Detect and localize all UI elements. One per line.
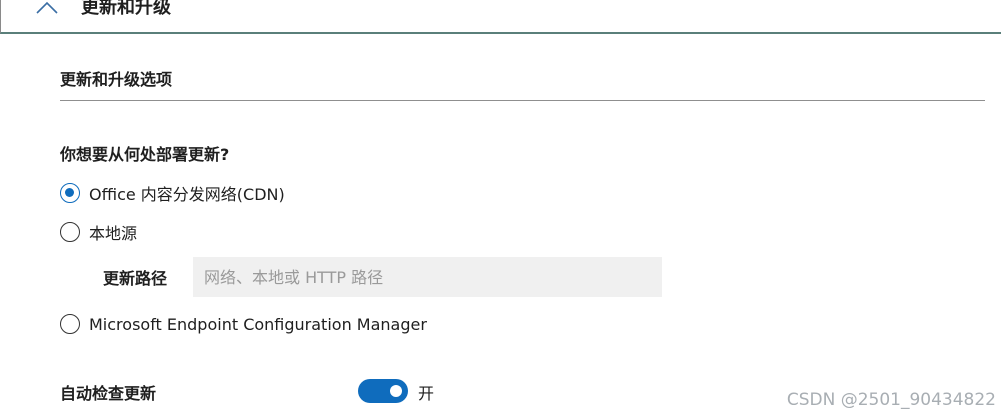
toggle-knob [390,385,402,397]
radio-option-local-source[interactable]: 本地源 [60,219,137,245]
update-source-question: 你想要从何处部署更新? [60,145,230,164]
section-title: 更新和升级 [81,0,171,18]
subsection-title: 更新和升级选项 [60,70,173,89]
update-path-input[interactable] [193,257,662,297]
toggle-state-text: 开 [418,384,435,403]
radio-label-cdn: Office 内容分发网络(CDN) [89,185,285,204]
radio-button-local-source[interactable] [60,222,80,242]
radio-button-cdn[interactable] [60,183,80,203]
radio-selected-dot [65,188,74,197]
radio-button-configuration-manager[interactable] [60,314,80,334]
divider [60,100,985,101]
chevron-up-icon[interactable] [34,0,60,16]
section-header-updates[interactable]: 更新和升级 [0,0,1001,34]
watermark: CSDN @2501_90434822 [786,390,996,410]
radio-label-local-source: 本地源 [89,224,138,243]
auto-check-updates-label: 自动检查更新 [60,384,157,403]
auto-check-updates-toggle[interactable] [358,379,408,403]
update-path-label: 更新路径 [103,269,168,288]
radio-label-configuration-manager: Microsoft Endpoint Configuration Manager [89,314,427,334]
radio-option-configuration-manager[interactable]: Microsoft Endpoint Configuration Manager [60,311,427,337]
radio-option-cdn[interactable]: Office 内容分发网络(CDN) [60,180,285,206]
